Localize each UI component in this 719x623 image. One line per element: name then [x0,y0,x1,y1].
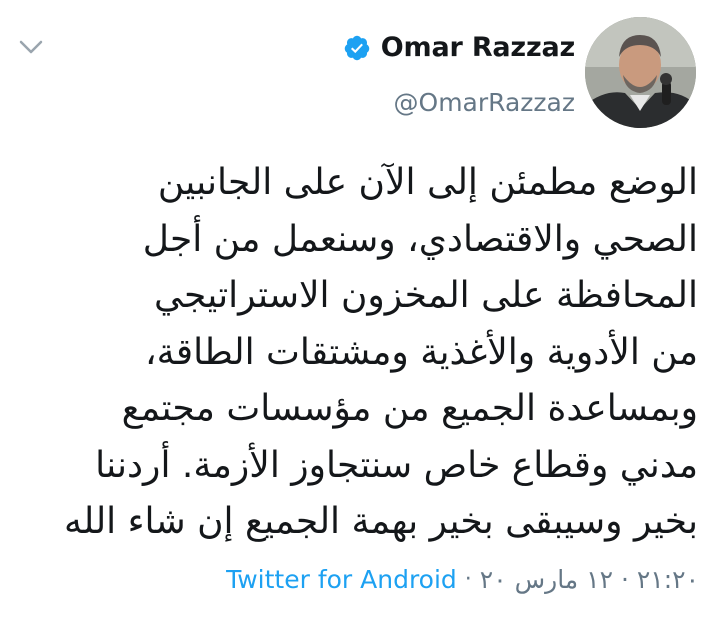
tweet-text-line: المحافظة على المخزون الاستراتيجي [153,275,698,316]
timestamp[interactable]: ٢١:٢٠ · ١٢ مارس ٢٠ [480,565,699,594]
chevron-down-icon[interactable] [18,38,44,56]
meta-separator: · [464,567,472,592]
tweet-text-line: بخير وسيبقى بخير بهمة الجميع إن شاء الله [63,501,698,542]
source-link[interactable]: Twitter for Android [226,565,457,594]
tweet-text-line: من الأدوية والأغذية ومشتقات الطاقة، [144,331,698,373]
author-handle[interactable]: @OmarRazzaz [394,88,575,117]
author-name-row[interactable]: Omar Razzaz [343,32,575,63]
tweet-text: الوضع مطمئن إلى الآن على الجانبين الصحي … [18,155,698,551]
author-display-name[interactable]: Omar Razzaz [381,32,575,63]
tweet-text-line: الوضع مطمئن إلى الآن على الجانبين [157,162,698,203]
avatar[interactable] [585,17,696,128]
tweet-text-line: الصحي والاقتصادي، وسنعمل من أجل [142,218,698,260]
tweet-text-line: مدني وقطاع خاص سنتجاوز الأزمة. أردننا [95,444,698,486]
verified-badge-icon [343,34,371,62]
tweet-card: Omar Razzaz @OmarRazzaz الوضع مطمئن إلى … [0,0,719,623]
profile-photo-icon [585,17,696,128]
tweet-meta: Twitter for Android · ٢١:٢٠ · ١٢ مارس ٢٠ [226,565,699,594]
tweet-text-line: وبمساعدة الجميع من مؤسسات مجتمع [121,388,698,429]
